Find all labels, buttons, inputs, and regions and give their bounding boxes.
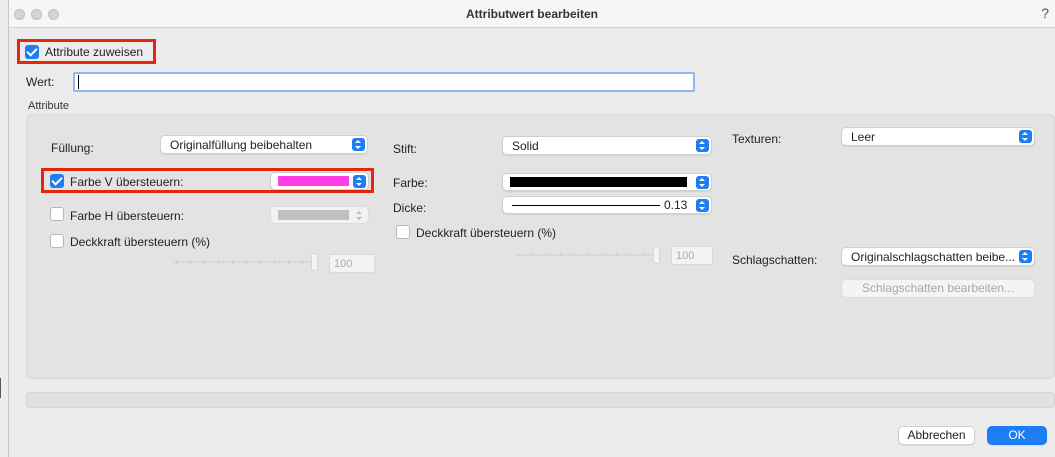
textures-label: Texturen: [732,132,782,146]
bg-color-swatch [278,210,349,220]
override-bg-label: Farbe H übersteuern: [70,209,185,223]
textures-popup-value: Leer [851,130,876,144]
fg-color-arrows-icon [353,175,366,188]
textures-popup[interactable]: Leer [841,127,1035,146]
override-fg-checkbox[interactable] [50,174,64,188]
fill-opacity-checkbox[interactable] [50,234,64,248]
pen-label: Stift: [393,142,418,156]
fill-opacity-value[interactable]: 100 [329,254,375,273]
fill-popup-arrows-icon [352,138,365,151]
textures-popup-arrows-icon [1019,130,1032,143]
fill-opacity-slider-knob[interactable] [311,253,318,271]
shadow-popup-arrows-icon [1019,250,1032,263]
pen-thickness-value: 0.13 [664,198,688,212]
pen-opacity-slider-knob[interactable] [653,246,660,264]
pen-popup[interactable]: Solid [502,136,712,155]
pen-popup-arrows-icon [696,139,709,152]
pen-thickness-popup[interactable]: 0.13 [502,196,712,214]
assign-attributes-label: Attribute zuweisen [45,45,144,59]
bg-color-popup[interactable] [270,206,369,224]
pen-opacity-value[interactable]: 100 [671,246,713,265]
fg-color-popup[interactable] [270,172,369,190]
fill-opacity-slider[interactable] [173,252,321,272]
shadow-popup[interactable]: Originalschlagschatten beibe... [841,247,1035,266]
left-edge-marker [0,378,1,398]
fill-label: Füllung: [51,141,94,155]
fill-opacity-label: Deckkraft übersteuern (%) [70,235,211,249]
pen-color-popup[interactable] [502,173,712,191]
pen-opacity-slider[interactable] [515,245,663,265]
dialog-window: Attributwert bearbeiten ? Attribute zuwe… [8,0,1055,457]
bg-color-arrows-icon [353,209,366,222]
text-cursor [78,75,79,89]
value-label: Wert: [26,75,55,89]
override-bg-checkbox[interactable] [50,207,64,221]
shadow-popup-value: Originalschlagschatten beibe... [851,250,1016,264]
pen-opacity-checkbox[interactable] [396,225,410,239]
pen-popup-value: Solid [512,139,539,153]
override-fg-label: Farbe V übersteuern: [70,175,184,189]
title-bar: Attributwert bearbeiten ? [9,0,1055,28]
pen-thickness-line [512,205,660,206]
help-icon[interactable]: ? [1041,5,1049,21]
fill-popup[interactable]: Originalfüllung beibehalten [160,135,368,154]
pen-color-label: Farbe: [393,176,428,190]
pen-thickness-arrows-icon [696,199,709,212]
progress-bar [26,392,1055,408]
edit-shadow-button[interactable]: Schlagschatten bearbeiten... [841,279,1035,298]
assign-attributes-checkbox[interactable] [25,45,39,59]
ok-button[interactable]: OK [987,426,1047,445]
pen-color-swatch [510,177,687,187]
pen-opacity-label: Deckkraft übersteuern (%) [416,226,557,240]
attributes-section-label: Attribute [28,100,69,112]
fg-color-swatch [278,176,349,186]
value-input[interactable] [73,72,695,92]
shadow-label: Schlagschatten: [732,253,818,267]
attributes-panel: Füllung: Originalfüllung beibehalten Far… [26,114,1055,379]
window-title: Attributwert bearbeiten [465,7,598,21]
pen-thickness-label: Dicke: [393,201,427,215]
fill-popup-value: Originalfüllung beibehalten [170,138,313,152]
cancel-button[interactable]: Abbrechen [898,426,975,445]
pen-color-arrows-icon [696,176,709,189]
